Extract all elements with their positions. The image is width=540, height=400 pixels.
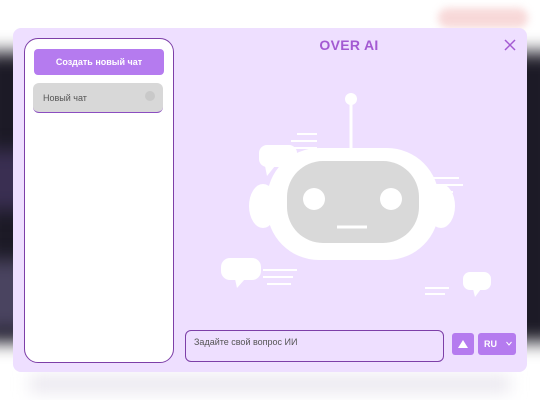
chevron-down-icon	[506, 341, 512, 346]
background-shadow	[30, 376, 510, 392]
chat-sidebar: Создать новый чат Новый чат	[24, 38, 174, 363]
language-select[interactable]: RU	[478, 333, 516, 355]
close-icon[interactable]	[503, 38, 517, 52]
robot-illustration	[221, 93, 491, 297]
chat-modal: Создать новый чат Новый чат OVER AI Зада…	[13, 28, 527, 372]
chat-item-menu-icon[interactable]	[145, 91, 155, 101]
question-input[interactable]	[185, 330, 444, 362]
send-button[interactable]	[452, 333, 474, 355]
chat-item-label: Новый чат	[43, 92, 87, 103]
chat-list-item[interactable]: Новый чат	[33, 83, 163, 113]
background-pill	[438, 8, 528, 28]
app-title: OVER AI	[319, 37, 379, 53]
language-value: RU	[484, 339, 497, 349]
arrow-up-icon	[458, 340, 468, 348]
